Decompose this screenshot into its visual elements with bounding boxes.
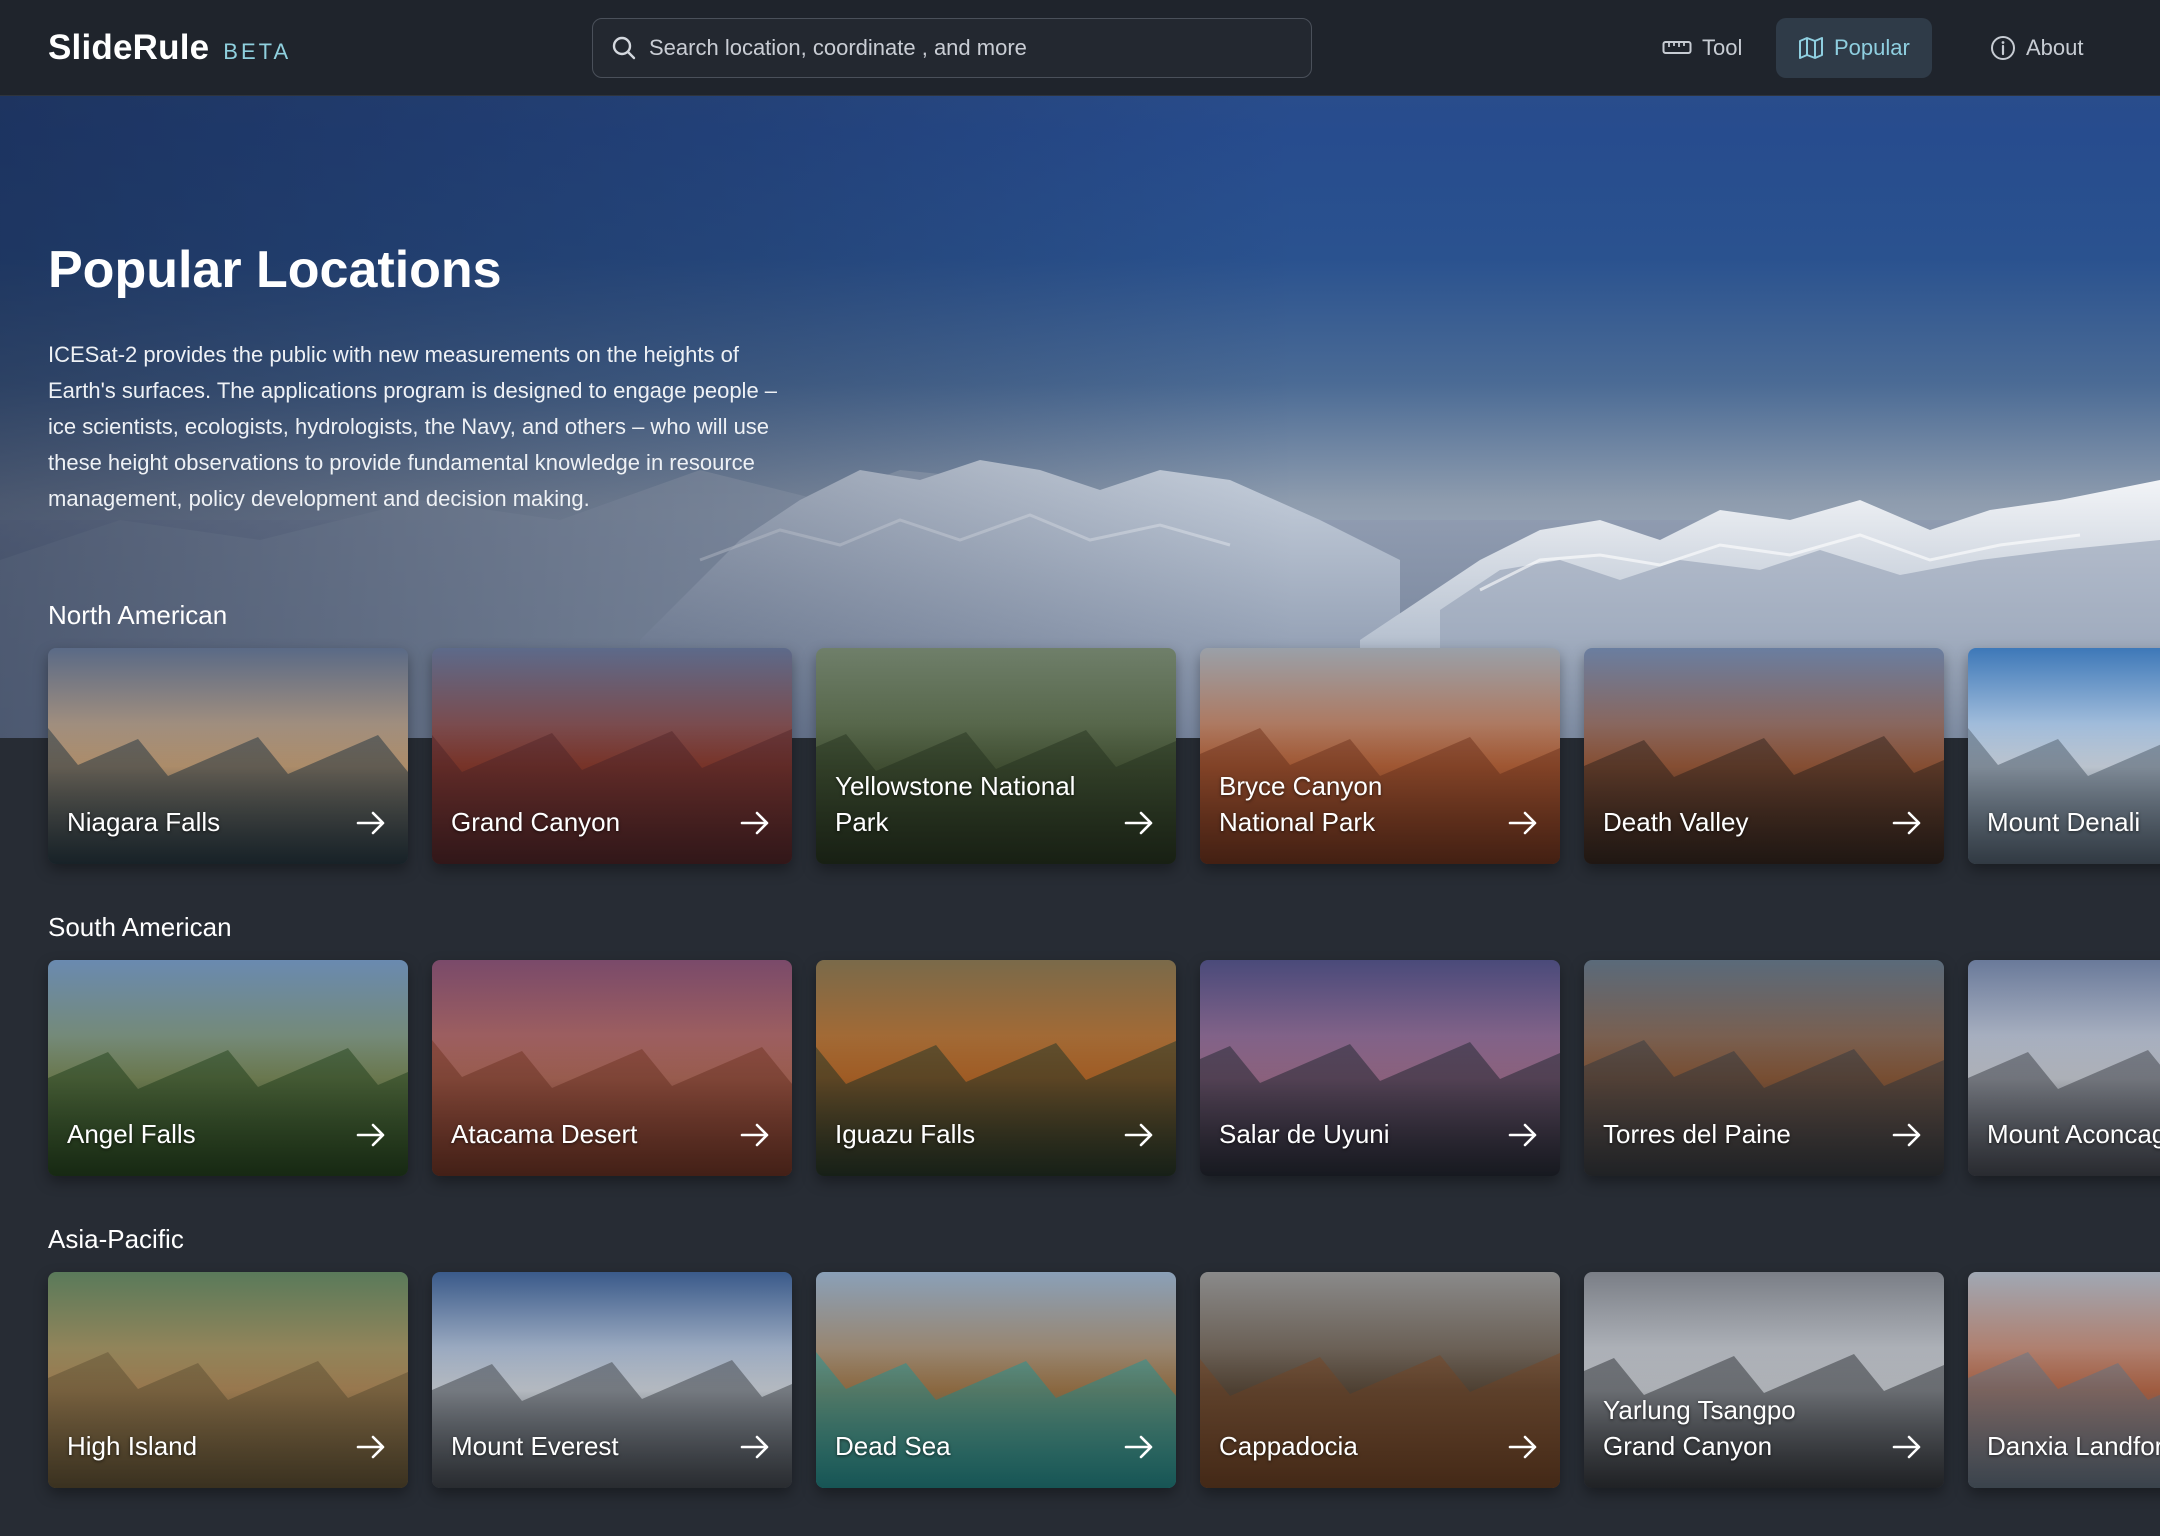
location-name: Salar de Uyuni [1219, 1119, 1390, 1149]
page-title: Popular Locations [48, 241, 502, 299]
location-row-asia-pacific: High Island Mount Everest Dead Sea Cappadoc… [48, 1272, 2160, 1488]
location-name: Atacama Desert [451, 1119, 638, 1149]
arrow-right-icon [1508, 1435, 1537, 1459]
page-description: ICESat-2 provides the public with new me… [48, 342, 778, 511]
section-title-asia-pacific: Asia-Pacific [48, 1224, 184, 1254]
location-name: Angel Falls [67, 1119, 196, 1149]
arrow-right-icon [1508, 1123, 1537, 1147]
location-card[interactable]: Iguazu Falls [816, 960, 1176, 1176]
location-card[interactable]: Angel Falls [48, 960, 408, 1176]
location-name: High Island [67, 1431, 198, 1461]
brand-name: SlideRule [48, 28, 210, 67]
location-name: Danxia Landform [1987, 1431, 2160, 1461]
arrow-right-icon [356, 811, 385, 835]
arrow-right-icon [1124, 811, 1153, 835]
info-icon [1991, 36, 2015, 60]
location-card[interactable]: Danxia Landform [1968, 1272, 2160, 1488]
location-card[interactable]: Torres del Paine [1584, 960, 1944, 1176]
search-box [592, 18, 1312, 78]
arrow-right-icon [356, 1435, 385, 1459]
arrow-right-icon [740, 1435, 769, 1459]
brand[interactable]: SlideRule BETA [48, 28, 291, 68]
location-card[interactable]: Grand Canyon [432, 648, 792, 864]
location-name: Niagara Falls [67, 807, 221, 837]
top-navbar: SlideRule BETA Tool [0, 0, 2160, 96]
location-name: Mount Everest [451, 1431, 619, 1461]
location-row-north-american: Niagara Falls Grand Canyon Yellowstone Nat… [48, 648, 2160, 864]
location-card[interactable]: Yellowstone National Park [816, 648, 1176, 864]
nav-tool-label: Tool [1702, 35, 1743, 60]
nav-about-label: About [2026, 35, 2084, 60]
location-name: Mount Denali [1987, 807, 2141, 837]
page: SlideRule BETA Tool [0, 0, 2160, 1536]
arrow-right-icon [740, 811, 769, 835]
location-name: Cappadocia [1219, 1431, 1358, 1461]
location-row-south-american: Angel Falls Atacama Desert Iguazu Falls Sal… [48, 960, 2160, 1176]
arrow-right-icon [1892, 811, 1921, 835]
location-name: Yarlung Tsangpo Grand Canyon [1603, 1395, 1796, 1461]
arrow-right-icon [1124, 1435, 1153, 1459]
nav-tool-link[interactable]: Tool [1640, 18, 1764, 78]
location-card[interactable]: High Island [48, 1272, 408, 1488]
arrow-right-icon [1124, 1123, 1153, 1147]
nav-about-link[interactable]: About [1968, 18, 2106, 78]
ruler-icon [1662, 41, 1692, 54]
location-name: Bryce Canyon National Park [1219, 771, 1383, 837]
location-name: Dead Sea [835, 1431, 951, 1461]
search-input[interactable] [649, 35, 1289, 61]
location-card[interactable]: Salar de Uyuni [1200, 960, 1560, 1176]
arrow-right-icon [356, 1123, 385, 1147]
beta-badge: BETA [223, 39, 292, 64]
location-card[interactable]: Atacama Desert [432, 960, 792, 1176]
nav-popular-link[interactable]: Popular [1776, 18, 1932, 78]
location-name: Mount Aconcagua [1987, 1119, 2160, 1149]
search-icon [612, 36, 636, 60]
location-card[interactable]: Dead Sea [816, 1272, 1176, 1488]
location-card[interactable]: Niagara Falls [48, 648, 408, 864]
arrow-right-icon [740, 1123, 769, 1147]
location-name: Iguazu Falls [835, 1119, 976, 1149]
location-card[interactable]: Mount Everest [432, 1272, 792, 1488]
location-name: Yellowstone National Park [835, 771, 1076, 837]
nav-popular-label: Popular [1834, 35, 1910, 60]
arrow-right-icon [1892, 1435, 1921, 1459]
location-card[interactable]: Mount Denali [1968, 648, 2160, 864]
map-icon [1799, 37, 1823, 59]
location-card[interactable]: Cappadocia [1200, 1272, 1560, 1488]
arrow-right-icon [1892, 1123, 1921, 1147]
location-card[interactable]: Death Valley [1584, 648, 1944, 864]
location-card[interactable]: Mount Aconcagua [1968, 960, 2160, 1176]
section-title-south-american: South American [48, 912, 232, 942]
location-name: Death Valley [1603, 807, 1749, 837]
location-card[interactable]: Bryce Canyon National Park [1200, 648, 1560, 864]
section-title-north-american: North American [48, 600, 228, 630]
arrow-right-icon [1508, 811, 1537, 835]
location-name: Torres del Paine [1603, 1119, 1791, 1149]
location-card[interactable]: Yarlung Tsangpo Grand Canyon [1584, 1272, 1944, 1488]
location-name: Grand Canyon [451, 807, 621, 837]
